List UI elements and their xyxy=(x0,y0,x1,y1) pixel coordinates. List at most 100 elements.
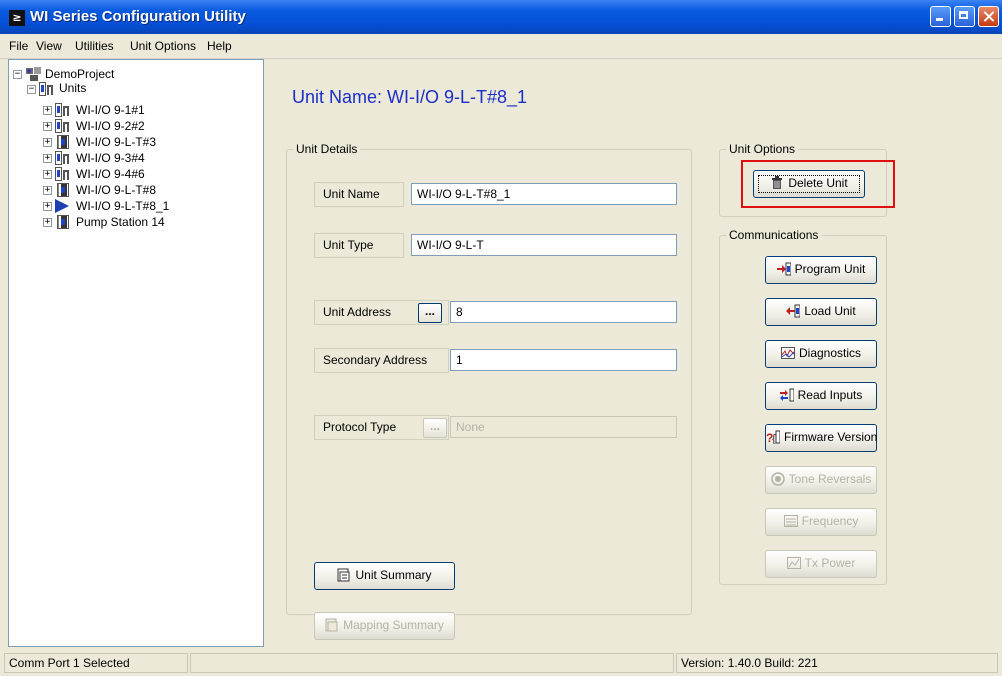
status-middle xyxy=(190,653,674,673)
minimize-button[interactable] xyxy=(930,6,951,27)
tree-item-unit[interactable]: + WI-I/O 9-2#2 xyxy=(43,119,243,133)
unit-type-input[interactable]: WI-I/O 9-L-T xyxy=(411,234,677,256)
group-title: Communications xyxy=(726,228,822,242)
tree-item-unit-selected[interactable]: + WI-I/O 9-L-T#8_1 xyxy=(43,199,243,213)
program-unit-button[interactable]: Program Unit xyxy=(765,256,877,284)
unit-summary-label: Unit Summary xyxy=(355,568,432,582)
program-unit-label: Program Unit xyxy=(794,262,866,276)
svg-text:{: { xyxy=(772,433,776,444)
multi-unit-icon xyxy=(55,103,69,117)
expand-icon[interactable]: + xyxy=(43,186,52,195)
tone-reversals-label: Tone Reversals xyxy=(788,472,872,486)
units-folder-icon xyxy=(39,82,53,96)
diagnostics-label: Diagnostics xyxy=(798,346,862,360)
tree-item-unit[interactable]: + Pump Station 14 xyxy=(43,215,243,229)
expand-icon[interactable]: + xyxy=(43,202,52,211)
expand-icon[interactable]: + xyxy=(43,218,52,227)
status-bar: Comm Port 1 Selected Version: 1.40.0 Bui… xyxy=(0,650,1002,676)
tone-reversals-icon xyxy=(770,472,785,486)
firmware-version-icon: ?{ xyxy=(766,430,780,444)
unit-details-group: Unit Details Unit Name WI-I/O 9-L-T#8_1 … xyxy=(286,142,692,640)
project-tree[interactable]: − DemoProject − Units + WI-I/O 9-1#1 + W… xyxy=(8,59,264,647)
group-title: Unit Options xyxy=(726,142,799,156)
tx-power-button[interactable]: Tx Power xyxy=(765,550,877,578)
tree-item-unit[interactable]: + WI-I/O 9-1#1 xyxy=(43,103,243,117)
tree-label: Units xyxy=(59,81,87,95)
menu-utilities[interactable]: Utilities xyxy=(75,39,114,53)
frequency-button[interactable]: Frequency xyxy=(765,508,877,536)
read-inputs-icon xyxy=(779,388,794,402)
unit-address-browse-button[interactable]: ... xyxy=(418,303,442,323)
menu-view[interactable]: View xyxy=(36,39,62,53)
expand-icon[interactable]: + xyxy=(43,154,52,163)
unit-name-input[interactable]: WI-I/O 9-L-T#8_1 xyxy=(411,183,677,205)
load-unit-label: Load Unit xyxy=(804,304,856,318)
tree-label: WI-I/O 9-3#4 xyxy=(76,151,145,165)
read-inputs-label: Read Inputs xyxy=(797,388,863,402)
tree-label: Pump Station 14 xyxy=(76,215,165,229)
diagnostics-button[interactable]: Diagnostics xyxy=(765,340,877,368)
collapse-icon[interactable]: − xyxy=(27,85,36,94)
expand-icon[interactable]: + xyxy=(43,138,52,147)
group-title: Unit Details xyxy=(293,142,361,156)
tree-item-unit[interactable]: + WI-I/O 9-3#4 xyxy=(43,151,243,165)
expand-icon[interactable]: + xyxy=(43,170,52,179)
highlight-box xyxy=(741,160,895,208)
app-icon: ≥ xyxy=(9,10,25,26)
read-inputs-button[interactable]: Read Inputs xyxy=(765,382,877,410)
mapping-summary-label: Mapping Summary xyxy=(343,618,444,632)
summary-icon xyxy=(337,568,350,582)
multi-unit-icon xyxy=(55,119,69,133)
firmware-version-button[interactable]: ?{Firmware Version xyxy=(765,424,877,452)
status-comm-port: Comm Port 1 Selected xyxy=(4,653,188,673)
close-button[interactable] xyxy=(978,6,999,27)
menu-file[interactable]: File xyxy=(9,39,28,53)
tx-power-icon xyxy=(786,556,801,569)
expand-icon[interactable]: + xyxy=(43,106,52,115)
menu-unit-options[interactable]: Unit Options xyxy=(130,39,196,53)
unit-type-label: Unit Type xyxy=(314,233,404,258)
protocol-type-input[interactable]: None xyxy=(450,416,677,438)
unit-icon xyxy=(57,135,69,149)
frequency-label: Frequency xyxy=(801,514,859,528)
tree-item-unit[interactable]: + WI-I/O 9-L-T#3 xyxy=(43,135,243,149)
pane-splitter[interactable] xyxy=(264,59,274,647)
maximize-button[interactable] xyxy=(954,6,975,27)
tree-item-units[interactable]: − Units xyxy=(27,81,247,96)
secondary-address-input[interactable]: 1 xyxy=(450,349,677,371)
window-title: WI Series Configuration Utility xyxy=(30,8,246,25)
unit-details-pane: Unit Name: WI-I/O 9-L-T#8_1 Unit Details… xyxy=(274,59,1000,647)
unit-icon xyxy=(57,183,69,197)
unit-name-heading: Unit Name: WI-I/O 9-L-T#8_1 xyxy=(292,87,528,107)
protocol-type-browse-button[interactable]: ... xyxy=(423,418,447,438)
secondary-address-label: Secondary Address xyxy=(314,348,449,373)
tree-label: WI-I/O 9-L-T#8 xyxy=(76,183,157,197)
collapse-icon[interactable]: − xyxy=(13,70,22,79)
diagnostics-icon xyxy=(780,346,795,359)
tree-item-project[interactable]: − DemoProject xyxy=(13,67,253,81)
expand-icon[interactable]: + xyxy=(43,122,52,131)
tree-label: WI-I/O 9-1#1 xyxy=(76,103,145,117)
tree-label: DemoProject xyxy=(45,67,115,81)
unit-summary-button[interactable]: Unit Summary xyxy=(314,562,455,590)
program-unit-icon xyxy=(776,262,791,276)
unit-icon xyxy=(57,215,69,229)
project-icon xyxy=(26,67,41,81)
tree-label: WI-I/O 9-2#2 xyxy=(76,119,145,133)
load-unit-icon xyxy=(786,304,801,318)
communications-group: Communications Program Unit Load Unit Di… xyxy=(719,228,887,585)
mapping-summary-button[interactable]: Mapping Summary xyxy=(314,612,455,640)
multi-unit-icon xyxy=(55,167,69,181)
menu-help[interactable]: Help xyxy=(207,39,232,53)
tree-label: WI-I/O 9-L-T#3 xyxy=(76,135,157,149)
unit-address-input[interactable]: 8 xyxy=(450,301,677,323)
title-bar[interactable]: ≥ WI Series Configuration Utility xyxy=(0,0,1002,34)
status-version: Version: 1.40.0 Build: 221 xyxy=(676,653,998,673)
tree-item-unit[interactable]: + WI-I/O 9-4#6 xyxy=(43,167,243,181)
unit-name-label: Unit Name xyxy=(314,182,404,207)
load-unit-button[interactable]: Load Unit xyxy=(765,298,877,326)
tree-label: WI-I/O 9-4#6 xyxy=(76,167,145,181)
tone-reversals-button[interactable]: Tone Reversals xyxy=(765,466,877,494)
tree-item-unit[interactable]: + WI-I/O 9-L-T#8 xyxy=(43,183,243,197)
tree-label: WI-I/O 9-L-T#8_1 xyxy=(76,199,170,213)
